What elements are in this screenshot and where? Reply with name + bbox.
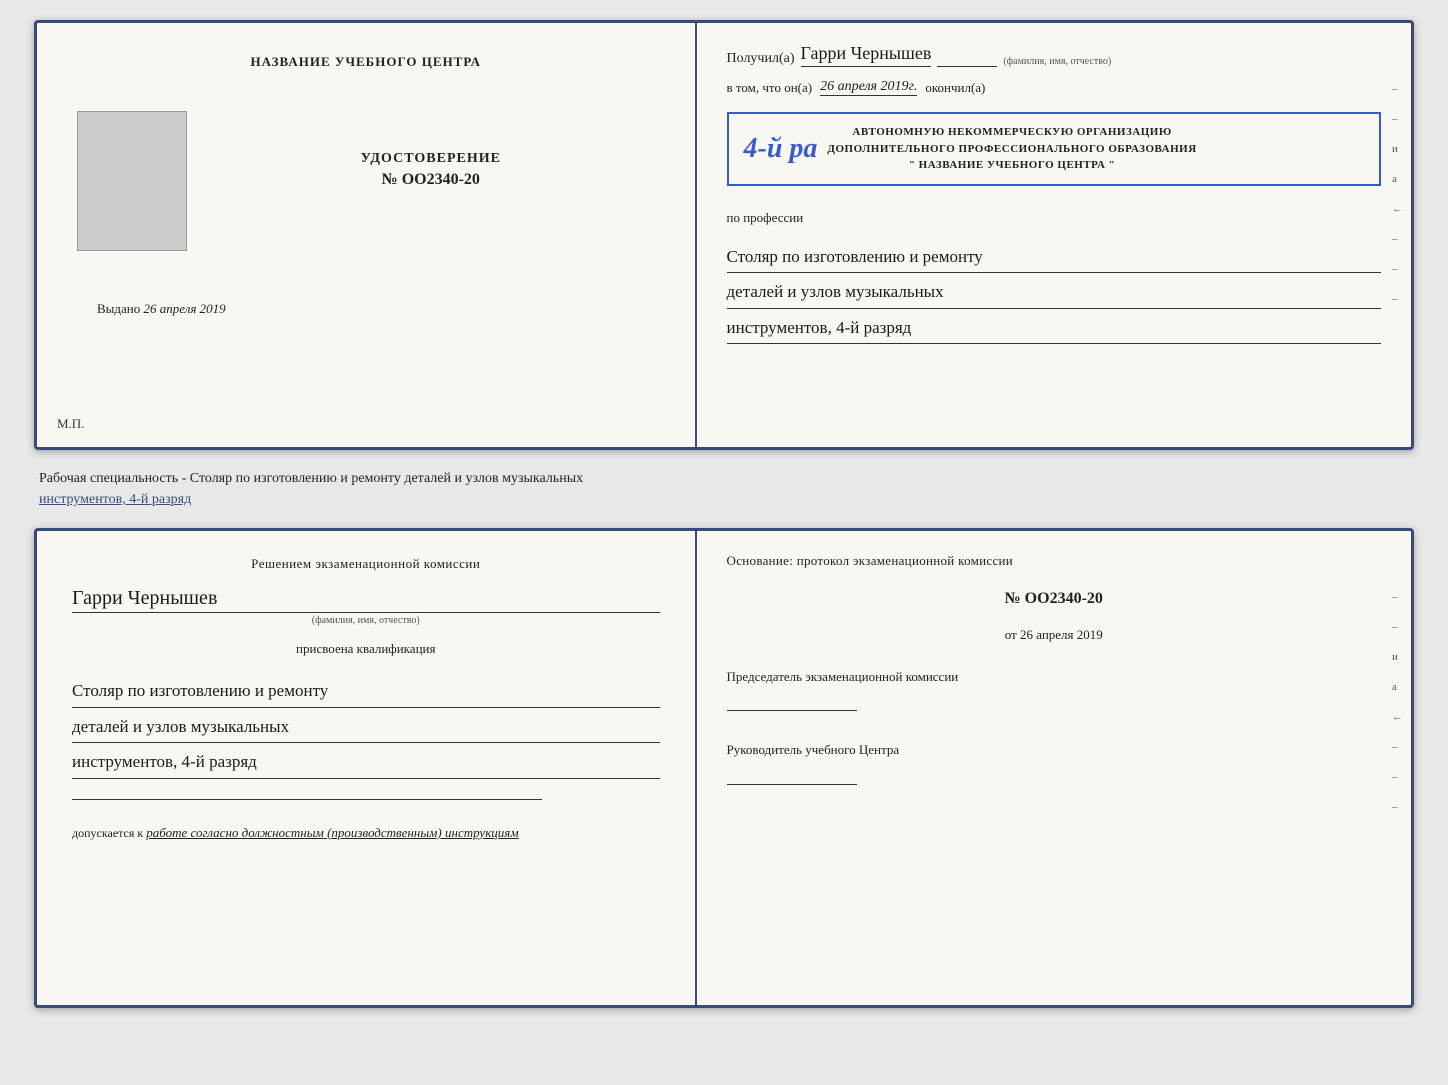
dopuskaetsya-label: допускается к	[72, 826, 143, 840]
vtom-label: в том, что он(а)	[727, 80, 813, 96]
profession-block: Столяр по изготовлению и ремонту деталей…	[727, 238, 1381, 345]
qual-line2: деталей и узлов музыкальных	[72, 712, 660, 744]
bottom-fio-hint: (фамилия, имя, отчество)	[72, 615, 660, 626]
stamp-text: АВТОНОМНУЮ НЕКОММЕРЧЕСКУЮ ОРГАНИЗАЦИЮ ДО…	[827, 124, 1196, 174]
po-professii: по профессии	[727, 210, 1381, 226]
stamp-line1: АВТОНОМНУЮ НЕКОММЕРЧЕСКУЮ ОРГАНИЗАЦИЮ	[827, 124, 1196, 141]
predsedatel-signature	[727, 691, 857, 711]
center-title: НАЗВАНИЕ УЧЕБНОГО ЦЕНТРА	[250, 53, 481, 71]
vtom-line: в том, что он(а) 26 апреля 2019г. окончи…	[727, 79, 1381, 96]
stamp-block: 4-й рa АВТОНОМНУЮ НЕКОММЕРЧЕСКУЮ ОРГАНИЗ…	[727, 112, 1381, 186]
okonchil-label: окончил(а)	[925, 80, 985, 96]
fio-hint-top: (фамилия, имя, отчество)	[1003, 56, 1111, 67]
udost-label: УДОСТОВЕРЕНИЕ	[361, 151, 501, 167]
top-doc-left: НАЗВАНИЕ УЧЕБНОГО ЦЕНТРА УДОСТОВЕРЕНИЕ №…	[37, 23, 697, 447]
bottom-right-decorations: – – и а ← – – –	[1392, 591, 1403, 813]
protocol-number: № OO2340-20	[727, 590, 1381, 608]
ot-date-line: от 26 апреля 2019	[727, 627, 1381, 643]
profession-line1: Столяр по изготовлению и ремонту	[727, 242, 1381, 274]
profession-line3: инструментов, 4-й разряд	[727, 313, 1381, 345]
mp-line: М.П.	[57, 416, 84, 432]
name-block-bottom: Гарри Чернышев (фамилия, имя, отчество)	[72, 587, 660, 626]
qual-line1: Столяр по изготовлению и ремонту	[72, 676, 660, 708]
ot-label: от	[1005, 627, 1017, 642]
vydano-date: 26 апреля 2019	[144, 301, 226, 316]
stamp-line3: " НАЗВАНИЕ УЧЕБНОГО ЦЕНТРА "	[827, 157, 1196, 174]
bottom-document: Решением экзаменационной комиссии Гарри …	[34, 528, 1414, 1008]
predsedatel-block: Председатель экзаменационной комиссии	[727, 667, 1381, 717]
predsedatel-label: Председатель экзаменационной комиссии	[727, 667, 1381, 687]
rukovoditel-block: Руководитель учебного Центра	[727, 740, 1381, 790]
vydano-label: Выдано	[97, 301, 140, 316]
udost-number: № OO2340-20	[361, 171, 501, 189]
caption-between: Рабочая специальность - Столяр по изгото…	[34, 468, 1414, 510]
qualification-block: Столяр по изготовлению и ремонту деталей…	[72, 672, 660, 779]
qual-line3: инструментов, 4-й разряд	[72, 747, 660, 779]
top-doc-right: Получил(а) Гарри Чернышев (фамилия, имя,…	[697, 23, 1411, 447]
bottom-doc-left: Решением экзаменационной комиссии Гарри …	[37, 531, 697, 1005]
caption-text2: инструментов, 4-й разряд	[39, 492, 191, 507]
recipient-name: Гарри Чернышев	[801, 43, 932, 67]
dopusk-italic: работе согласно должностным (производств…	[146, 825, 518, 840]
rukovoditel-signature	[727, 765, 857, 785]
ot-date: 26 апреля 2019	[1020, 627, 1103, 642]
caption-text: Рабочая специальность - Столяр по изгото…	[39, 471, 583, 486]
bottom-doc-right: Основание: протокол экзаменационной коми…	[697, 531, 1411, 1005]
right-decorations: – – и а ← – – –	[1392, 83, 1403, 305]
vydano-line: Выдано 26 апреля 2019	[97, 301, 226, 317]
poluchil-line: Получил(а) Гарри Чернышев (фамилия, имя,…	[727, 43, 1381, 67]
rukovoditel-label: Руководитель учебного Центра	[727, 740, 1381, 760]
photo-placeholder	[77, 111, 187, 251]
dopuskaetsya-line: допускается к работе согласно должностны…	[72, 825, 660, 841]
prisvoena-text: присвоена квалификация	[72, 641, 660, 657]
top-document: НАЗВАНИЕ УЧЕБНОГО ЦЕНТРА УДОСТОВЕРЕНИЕ №…	[34, 20, 1414, 450]
bottom-name: Гарри Чернышев	[72, 587, 660, 613]
udost-block: УДОСТОВЕРЕНИЕ № OO2340-20	[361, 151, 501, 189]
vtom-date: 26 апреля 2019г.	[820, 79, 917, 96]
resheniem-text: Решением экзаменационной комиссии	[72, 556, 660, 572]
osnovanie-text: Основание: протокол экзаменационной коми…	[727, 551, 1381, 571]
profession-line2: деталей и узлов музыкальных	[727, 277, 1381, 309]
stamp-4y: 4-й рa	[744, 133, 818, 165]
poluchil-label: Получил(а)	[727, 51, 795, 67]
stamp-line2: ДОПОЛНИТЕЛЬНОГО ПРОФЕССИОНАЛЬНОГО ОБРАЗО…	[827, 141, 1196, 158]
